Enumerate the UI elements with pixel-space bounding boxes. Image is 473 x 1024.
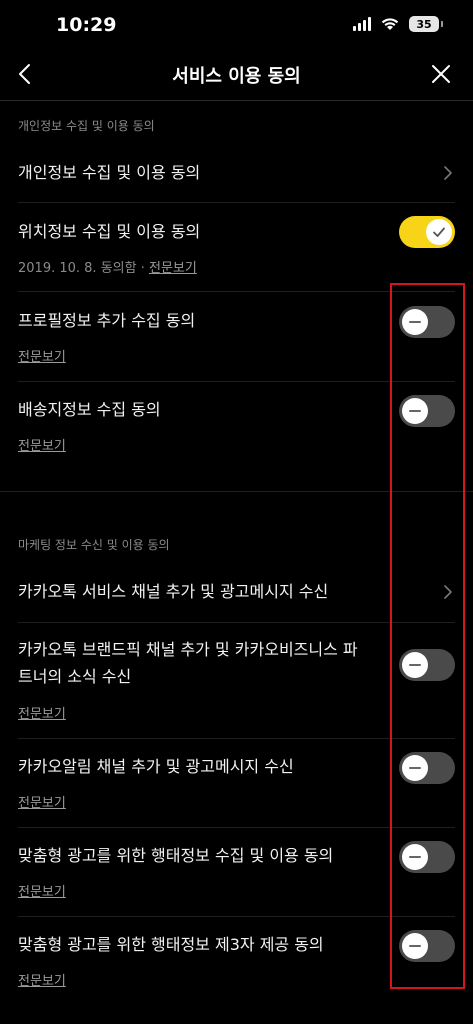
wifi-icon: [381, 17, 399, 31]
chevron-right-icon: [444, 166, 452, 180]
location-consent-toggle[interactable]: [399, 216, 455, 248]
status-icons: 35: [353, 16, 443, 32]
view-full-link[interactable]: 전문보기: [18, 885, 66, 900]
view-full-link[interactable]: 전문보기: [18, 796, 66, 811]
row-subtitle: 전문보기: [18, 435, 66, 454]
row-title: 프로필정보 추가 수집 동의: [18, 311, 196, 330]
row-title: 카카오알림 채널 추가 및 광고메시지 수신: [18, 757, 294, 776]
battery-icon: 35: [409, 16, 443, 32]
consent-date: 2019. 10. 8. 동의함: [18, 261, 137, 276]
row-subtitle: 전문보기: [18, 346, 66, 365]
row-title: 배송지정보 수집 동의: [18, 400, 161, 419]
view-full-link[interactable]: 전문보기: [18, 350, 66, 365]
section-title-privacy: 개인정보 수집 및 이용 동의: [18, 119, 155, 133]
checkmark-icon: [433, 227, 445, 237]
close-icon: [432, 65, 450, 83]
row-title: 맞춤형 광고를 위한 행태정보 제3자 제공 동의: [18, 935, 324, 954]
view-full-link[interactable]: 전문보기: [18, 707, 66, 722]
row-subtitle: 전문보기: [18, 703, 66, 722]
highlight-box: [390, 283, 465, 989]
row-subtitle: 전문보기: [18, 970, 66, 989]
page-title: 서비스 이용 동의: [172, 66, 301, 87]
header: 서비스 이용 동의: [0, 48, 473, 101]
section-title-marketing: 마케팅 정보 수신 및 이용 동의: [18, 538, 170, 552]
row-title: 카카오톡 서비스 채널 추가 및 광고메시지 수신: [18, 582, 329, 601]
row-subtitle: 전문보기: [18, 881, 66, 900]
view-full-link[interactable]: 전문보기: [18, 439, 66, 454]
row-title: 위치정보 수집 및 이용 동의: [18, 222, 201, 241]
status-time: 10:29: [56, 14, 117, 36]
close-button[interactable]: [429, 62, 453, 86]
separator: ·: [140, 261, 145, 276]
row-title: 맞춤형 광고를 위한 행태정보 수집 및 이용 동의: [18, 846, 334, 865]
battery-level: 35: [416, 17, 432, 31]
row-title-line-1: 카카오톡 브랜드픽 채널 추가 및 카카오비즈니스 파: [18, 640, 358, 659]
view-full-link[interactable]: 전문보기: [18, 974, 66, 989]
row-title-line-2: 트너의 소식 수신: [18, 667, 132, 686]
row-title: 개인정보 수집 및 이용 동의: [18, 163, 201, 182]
signal-icon: [353, 17, 371, 31]
view-full-link[interactable]: 전문보기: [149, 261, 197, 276]
row-subtitle: 전문보기: [18, 792, 66, 811]
toggle-knob: [426, 219, 452, 245]
list-item-location-consent: 위치정보 수집 및 이용 동의 2019. 10. 8. 동의함 · 전문보기: [0, 203, 473, 291]
list-item-privacy-consent[interactable]: 개인정보 수집 및 이용 동의: [0, 140, 473, 202]
screen: 10:29 35 서비스 이용 동의 개인정보 수집 및 이용 동의 개인정보 …: [0, 0, 473, 1024]
row-subtitle: 2019. 10. 8. 동의함 · 전문보기: [18, 257, 197, 276]
